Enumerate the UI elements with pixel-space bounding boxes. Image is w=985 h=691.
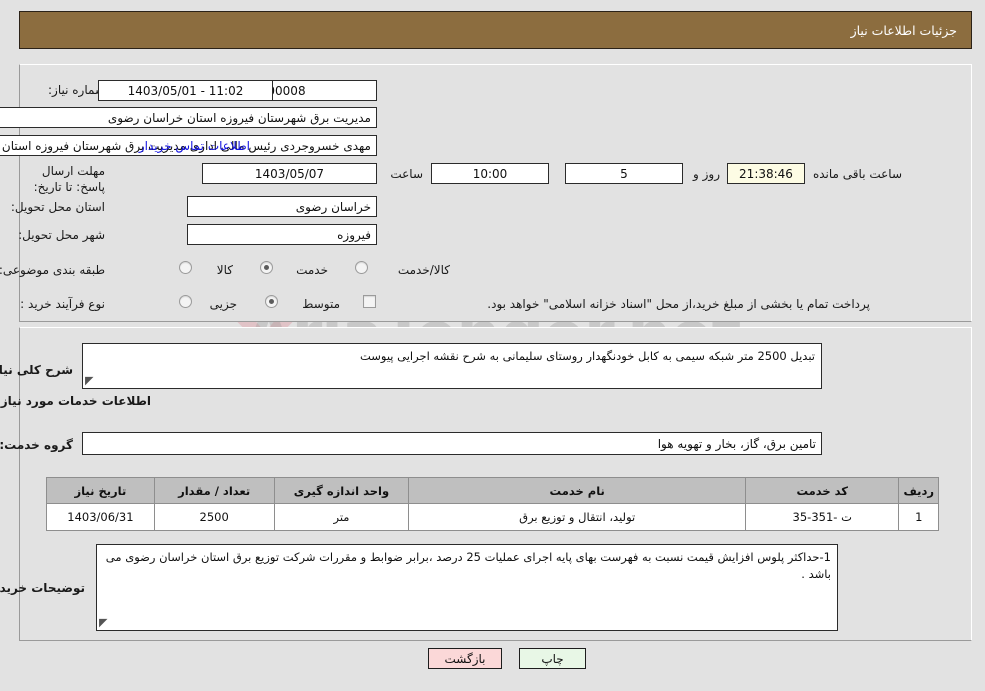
radio-category-kala-khedmat-label: کالا/خدمت	[397, 263, 450, 277]
col-quantity: تعداد / مقدار	[153, 477, 275, 504]
services-table: ردیف کد خدمت نام خدمت واحد اندازه گیری ت…	[46, 477, 939, 531]
radio-category-khedmat[interactable]	[260, 261, 273, 274]
col-row: ردیف	[898, 477, 939, 504]
deadline-countdown-label: ساعت باقی مانده	[812, 167, 902, 181]
cell-unit: متر	[273, 503, 410, 531]
buyer-notes-value: 1-حداکثر پلوس افزایش قیمت نسبت به فهرست …	[105, 550, 831, 581]
radio-category-kala-khedmat[interactable]	[355, 261, 368, 274]
delivery-city-label: شهر محل تحویل:	[18, 228, 105, 242]
radio-process-motevaset-label: متوسط	[302, 297, 340, 311]
radio-process-jozei-label: جزیی	[209, 297, 237, 311]
cell-need-date: 1403/06/31	[46, 503, 155, 531]
announce-datetime-value: 1403/05/01 - 11:02	[98, 80, 273, 101]
purchase-process-label: نوع فرآیند خرید :	[20, 297, 105, 311]
page-title: جزئیات اطلاعات نیاز	[850, 22, 957, 38]
need-description-value: تبدیل 2500 متر شبکه سیمی به کابل خودنگهد…	[359, 349, 815, 363]
deadline-label: مهلت ارسال پاسخ: تا تاریخ:	[33, 164, 105, 194]
cell-service-name: تولید، انتقال و توزیع برق	[408, 503, 746, 531]
delivery-city-value: فیروزه	[187, 224, 377, 245]
deadline-countdown-value: 21:38:46	[727, 163, 805, 184]
buyer-contact-link[interactable]: اطلاعات تماس خریدار	[139, 139, 250, 153]
col-need-date: تاریخ نیاز	[46, 477, 155, 504]
buyer-notes-label: توضیحات خریدار:	[0, 581, 85, 595]
radio-process-jozei[interactable]	[179, 295, 192, 308]
back-button[interactable]: بازگشت	[428, 648, 502, 669]
deadline-hour-value: 10:00	[431, 163, 549, 184]
deadline-date-value: 1403/05/07	[202, 163, 377, 184]
deadline-days-label: روز و	[693, 167, 720, 181]
radio-category-khedmat-label: خدمت	[296, 263, 328, 277]
page-header: جزئیات اطلاعات نیاز	[19, 11, 972, 49]
radio-category-kala-label: کالا	[216, 263, 233, 277]
service-group-label: گروه خدمت:	[0, 438, 73, 452]
service-group-value: تامین برق، گاز، بخار و تهویه هوا	[82, 432, 822, 455]
treasury-bond-checkbox[interactable]	[363, 295, 376, 308]
resize-grip-icon-2[interactable]: ◥	[99, 616, 111, 629]
services-section-title: اطلاعات خدمات مورد نیاز	[0, 394, 151, 408]
deadline-hour-label: ساعت	[390, 167, 423, 181]
cell-row: 1	[898, 503, 939, 531]
buyer-org-value: مدیریت برق شهرستان فیروزه استان خراسان ر…	[0, 107, 377, 128]
resize-grip-icon[interactable]: ◥	[85, 374, 97, 387]
table-header-row: ردیف کد خدمت نام خدمت واحد اندازه گیری ت…	[46, 477, 939, 504]
delivery-province-value: خراسان رضوی	[187, 196, 377, 217]
col-service-code: کد خدمت	[744, 477, 900, 504]
deadline-days-value: 5	[565, 163, 683, 184]
buyer-notes-textarea[interactable]: 1-حداکثر پلوس افزایش قیمت نسبت به فهرست …	[96, 544, 838, 631]
need-description-textarea[interactable]: تبدیل 2500 متر شبکه سیمی به کابل خودنگهد…	[82, 343, 822, 389]
print-button[interactable]: چاپ	[519, 648, 586, 669]
delivery-province-label: استان محل تحویل:	[10, 200, 105, 214]
cell-service-code: ت -351-35	[744, 503, 900, 531]
need-number-label: شماره نیاز:	[48, 83, 105, 97]
radio-process-motevaset[interactable]	[265, 295, 278, 308]
page-root: AriaTender.net جزئیات اطلاعات نیاز شماره…	[0, 0, 985, 691]
treasury-bond-label: پرداخت تمام یا بخشی از مبلغ خرید،از محل …	[487, 297, 870, 311]
need-info-panel	[19, 64, 972, 322]
col-service-name: نام خدمت	[408, 477, 746, 504]
radio-category-kala[interactable]	[179, 261, 192, 274]
table-row: 1 ت -351-35 تولید، انتقال و توزیع برق مت…	[46, 503, 939, 531]
col-unit: واحد اندازه گیری	[273, 477, 410, 504]
cell-quantity: 2500	[153, 503, 275, 531]
category-label: طبقه بندی موضوعی:	[0, 263, 105, 277]
need-description-label: شرح کلی نیاز:	[0, 363, 73, 377]
